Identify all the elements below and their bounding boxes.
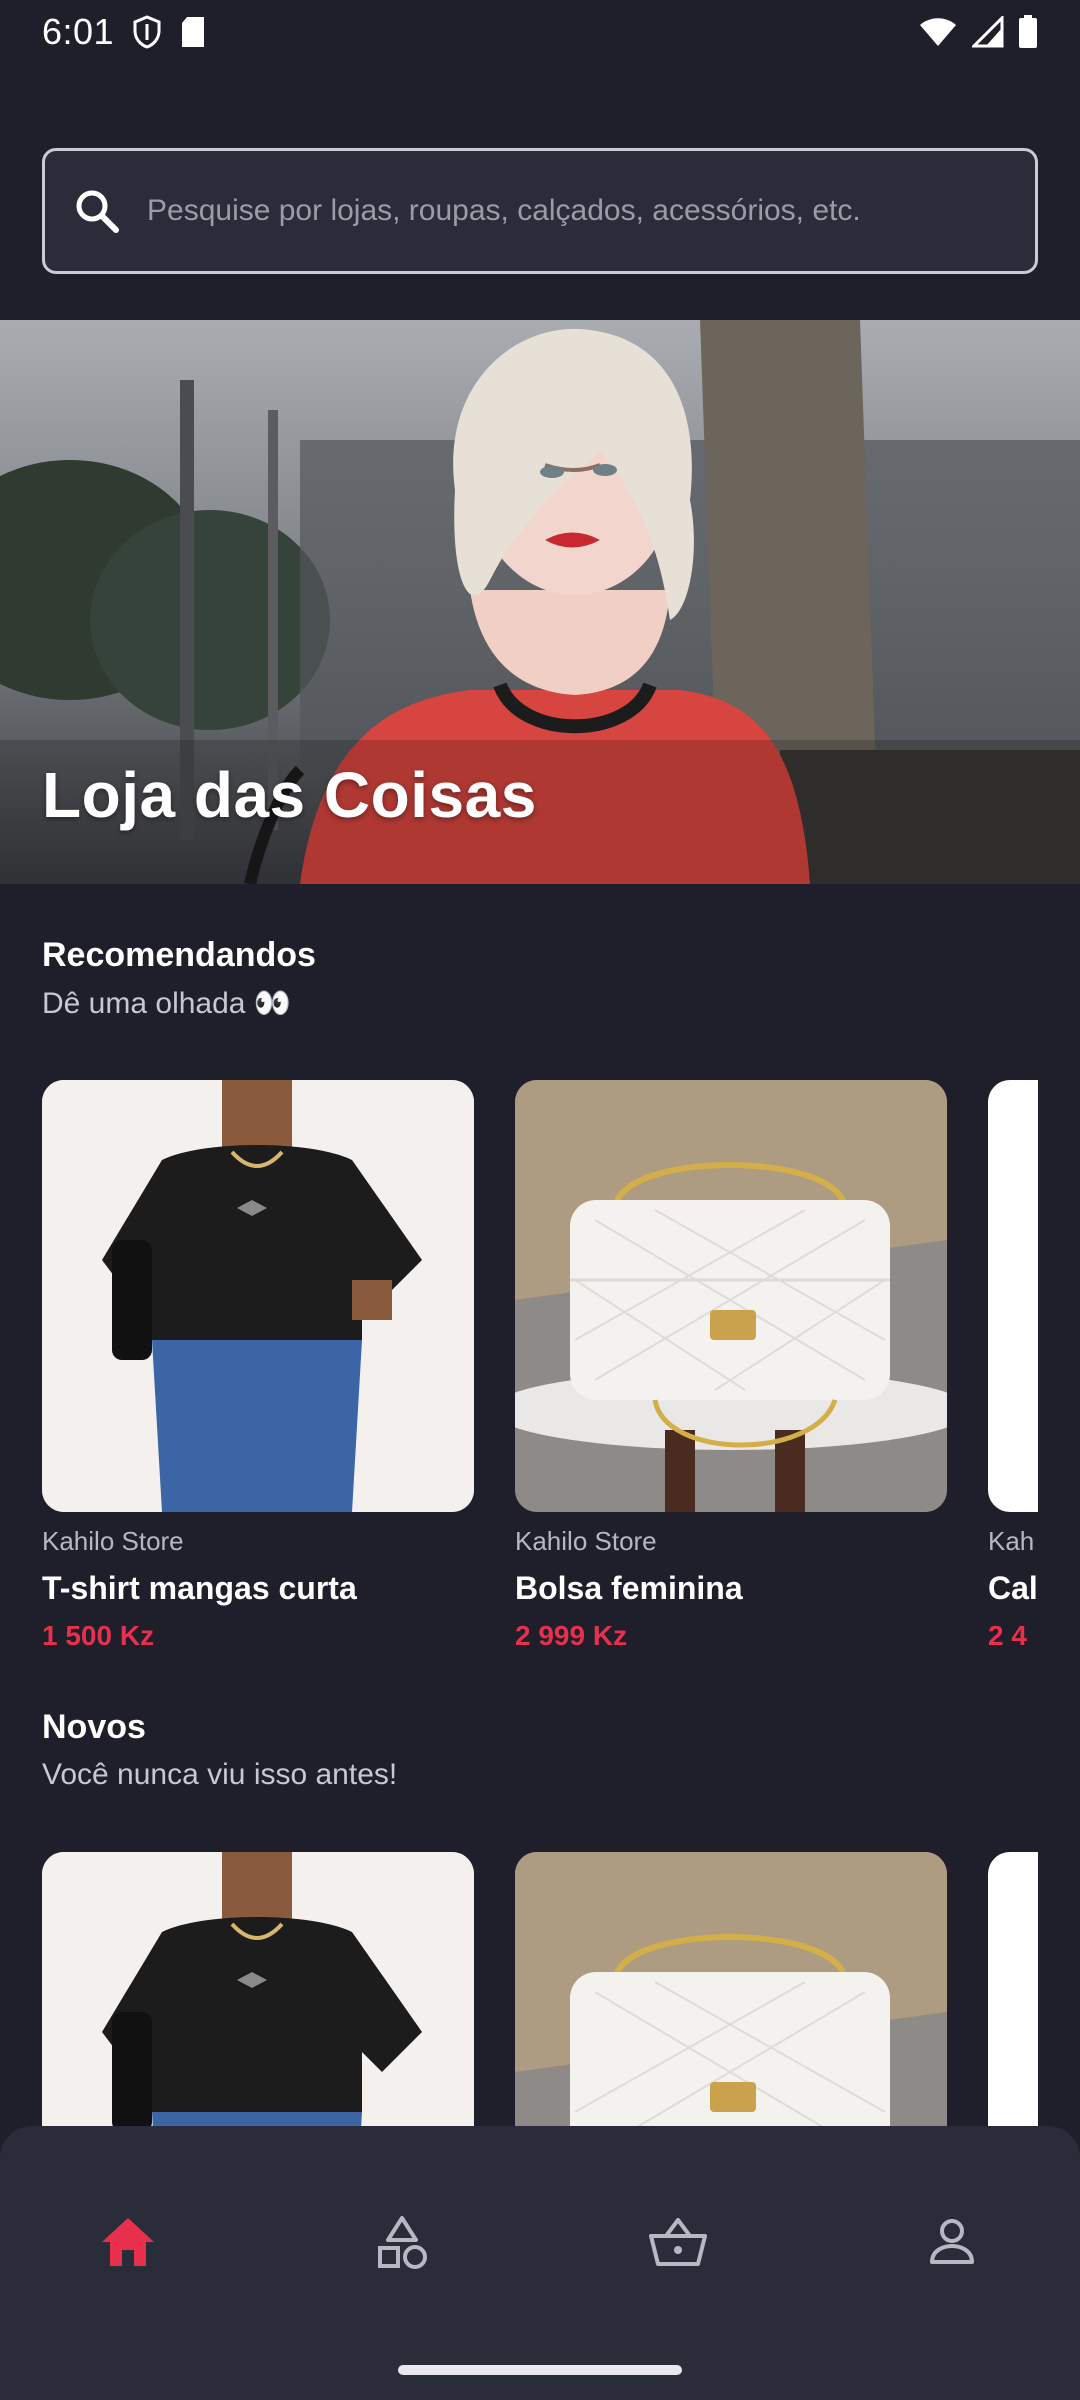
basket-icon xyxy=(649,2218,707,2266)
search-placeholder: Pesquise por lojas, roupas, calçados, ac… xyxy=(147,194,861,227)
nav-categories[interactable] xyxy=(362,2202,442,2282)
profile-icon xyxy=(930,2219,974,2264)
signal-icon xyxy=(972,16,1004,48)
shield-icon xyxy=(133,15,161,49)
product-store: Kah xyxy=(988,1526,1035,1556)
product-card-image[interactable] xyxy=(515,1080,947,1512)
tshirt-product-image xyxy=(42,1080,474,1512)
new-subtitle: Você nunca viu isso antes! xyxy=(42,1758,398,1791)
hero-title: Loja das Coisas xyxy=(42,759,537,831)
home-indicator[interactable] xyxy=(398,2365,682,2375)
product-price: 2 999 Kz xyxy=(515,1620,628,1651)
bottom-navigation xyxy=(0,2126,1080,2400)
new-title: Novos xyxy=(42,1708,146,1746)
product-card-image[interactable] xyxy=(42,1080,474,1512)
hero-banner[interactable]: Loja das Coisas xyxy=(0,320,1080,884)
categories-icon xyxy=(378,2216,427,2269)
product-card-image[interactable] xyxy=(988,1080,1038,1512)
product-store: Kahilo Store xyxy=(42,1526,184,1556)
wifi-icon xyxy=(920,18,956,46)
nav-home[interactable] xyxy=(88,2202,168,2282)
status-time: 6:01 xyxy=(42,11,115,52)
status-bar: 6:01 xyxy=(0,0,1080,64)
product-price: 1 500 Kz xyxy=(42,1620,155,1651)
sd-card-icon xyxy=(182,17,205,47)
recommended-title: Recomendandos xyxy=(42,936,316,974)
product-name[interactable]: Bolsa feminina xyxy=(515,1570,743,1607)
product-name[interactable]: Cal xyxy=(988,1570,1038,1607)
product-store: Kahilo Store xyxy=(515,1526,657,1556)
search-input[interactable]: Pesquise por lojas, roupas, calçados, ac… xyxy=(42,148,1038,274)
battery-icon xyxy=(1019,15,1037,48)
nav-basket[interactable] xyxy=(638,2202,718,2282)
handbag-product-image xyxy=(515,1080,947,1512)
search-icon xyxy=(76,190,119,233)
nav-profile[interactable] xyxy=(912,2202,992,2282)
home-icon xyxy=(102,2218,154,2266)
recommended-subtitle: Dê uma olhada 👀 xyxy=(42,987,292,1020)
product-price: 2 4 xyxy=(988,1620,1027,1651)
product-name[interactable]: T-shirt mangas curta xyxy=(42,1570,357,1607)
